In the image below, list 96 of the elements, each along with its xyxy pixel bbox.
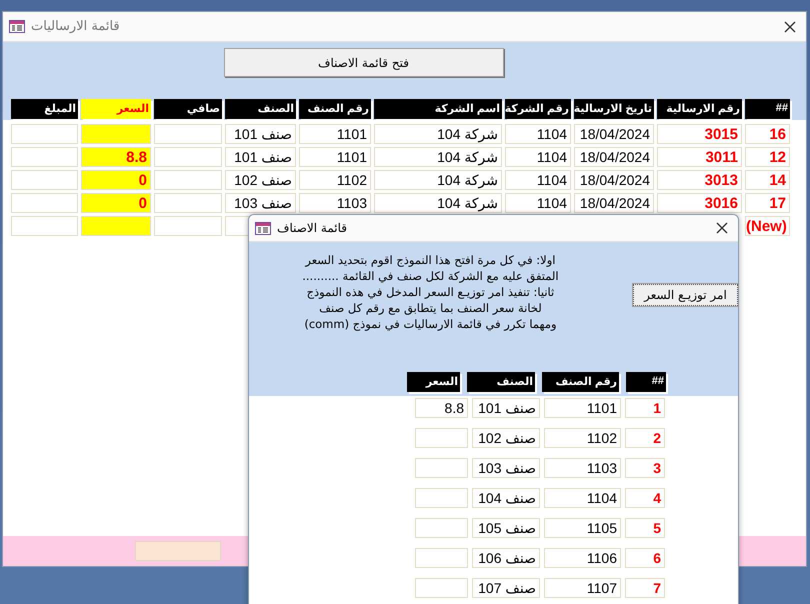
column-header: تاريخ الارسالية xyxy=(574,99,654,119)
column-header: المبلغ xyxy=(11,99,78,119)
table-cell: صنف 101 xyxy=(225,147,296,167)
table-cell: 5 xyxy=(625,518,665,538)
table-cell xyxy=(154,170,222,190)
column-header: رقم الشركة xyxy=(505,99,571,119)
table-cell: 3 xyxy=(625,458,665,478)
table-cell: شركة 104 xyxy=(374,170,502,190)
table-cell: 7 xyxy=(625,578,665,598)
table-cell xyxy=(11,193,78,213)
close-icon xyxy=(715,221,729,235)
table-cell xyxy=(415,518,468,538)
table-cell: 1103 xyxy=(544,458,621,478)
table-cell: 18/04/2024 xyxy=(574,193,654,213)
instructions-text: اولا: في كل مرة افتح هذا النموذج اقوم بتحديد السعر المتفق عليه مع الشركة لكل صنف في القائمة .......... ثانيا: تنفيذ امر توزيـع السعر المدخل في هذه النموذج لخانة سعر الصنف بما يتطابق مع رقم كل صنف ومهما تكرر في قائمة الارساليات في نموذج (comm) xyxy=(301,252,560,332)
column-header: رقم الصنف xyxy=(299,99,371,119)
column-header: السعر xyxy=(407,372,460,392)
table-cell: شركة 104 xyxy=(374,147,502,167)
table-cell: صنف 104 xyxy=(472,488,540,508)
table-cell: 1104 xyxy=(505,170,571,190)
table-cell: 1104 xyxy=(505,147,571,167)
table-cell: صنف 101 xyxy=(472,398,540,418)
table-cell xyxy=(154,147,222,167)
table-cell: صنف 103 xyxy=(225,193,296,213)
table-cell: 1106 xyxy=(544,548,621,568)
table-cell: 12 xyxy=(745,147,790,167)
table-cell: 3011 xyxy=(657,147,742,167)
table-cell: 1102 xyxy=(299,170,371,190)
table-cell: 3015 xyxy=(657,124,742,144)
table-cell: 1 xyxy=(625,398,665,418)
table-cell: 1103 xyxy=(299,193,371,213)
table-cell: صنف 107 xyxy=(472,578,540,598)
table-cell: صنف 102 xyxy=(472,428,540,448)
table-cell: 3016 xyxy=(657,193,742,213)
table-cell xyxy=(11,124,78,144)
column-header: ## xyxy=(745,99,790,119)
table-cell: شركة 104 xyxy=(374,193,502,213)
column-header: رقم الصنف xyxy=(542,372,619,392)
table-cell xyxy=(415,458,468,478)
column-header: السعر xyxy=(81,99,151,119)
table-cell xyxy=(415,578,468,598)
column-header: الصنف xyxy=(225,99,296,119)
table-cell: صنف 103 xyxy=(472,458,540,478)
table-cell: 1104 xyxy=(544,488,621,508)
table-cell xyxy=(11,216,78,236)
table-cell: 2 xyxy=(625,428,665,448)
table-cell xyxy=(415,428,468,448)
form-icon xyxy=(9,20,25,33)
table-cell: 1101 xyxy=(544,398,621,418)
table-cell: 17 xyxy=(745,193,790,213)
table-cell xyxy=(81,216,151,236)
column-header: ## xyxy=(626,372,666,392)
table-cell: صنف 102 xyxy=(225,170,296,190)
table-cell: 4 xyxy=(625,488,665,508)
table-cell: 16 xyxy=(745,124,790,144)
new-record-label: (New) xyxy=(745,216,790,236)
table-cell xyxy=(154,193,222,213)
table-cell xyxy=(154,216,222,236)
table-cell: 1105 xyxy=(544,518,621,538)
table-cell xyxy=(11,170,78,190)
table-cell: 1104 xyxy=(505,193,571,213)
table-cell: 6 xyxy=(625,548,665,568)
table-cell: 8.8 xyxy=(81,147,151,167)
table-cell: صنف 105 xyxy=(472,518,540,538)
table-cell xyxy=(11,147,78,167)
table-cell: 14 xyxy=(745,170,790,190)
table-cell: 1101 xyxy=(299,124,371,144)
column-header: اسم الشركة xyxy=(374,99,502,119)
table-cell: 1107 xyxy=(544,578,621,598)
table-cell: 1101 xyxy=(299,147,371,167)
table-cell: 1102 xyxy=(544,428,621,448)
table-cell: 8.8 xyxy=(415,398,468,418)
close-icon xyxy=(783,20,797,34)
table-cell: 1104 xyxy=(505,124,571,144)
table-cell: 18/04/2024 xyxy=(574,147,654,167)
table-cell: 18/04/2024 xyxy=(574,124,654,144)
column-header: رقم الارسالية xyxy=(657,99,742,119)
table-cell: صنف 106 xyxy=(472,548,540,568)
table-cell: 18/04/2024 xyxy=(574,170,654,190)
table-cell: 3013 xyxy=(657,170,742,190)
table-cell xyxy=(81,124,151,144)
table-cell xyxy=(415,548,468,568)
table-cell xyxy=(154,124,222,144)
window-title: قائمة الاصناف xyxy=(277,221,348,235)
window-title: قائمة الارساليات xyxy=(31,19,121,34)
footer-field[interactable] xyxy=(135,541,221,561)
form-icon xyxy=(255,222,271,234)
open-items-list-button[interactable]: فتح قائمة الاصناف xyxy=(224,48,504,77)
table-cell: 0 xyxy=(81,170,151,190)
table-cell: شركة 104 xyxy=(374,124,502,144)
table-cell: 0 xyxy=(81,193,151,213)
column-header: صافي xyxy=(154,99,222,119)
distribute-price-button[interactable]: امر توزيـع السعر xyxy=(632,284,738,306)
column-header: الصنف xyxy=(467,372,535,392)
table-cell: صنف 101 xyxy=(225,124,296,144)
table-cell xyxy=(415,488,468,508)
